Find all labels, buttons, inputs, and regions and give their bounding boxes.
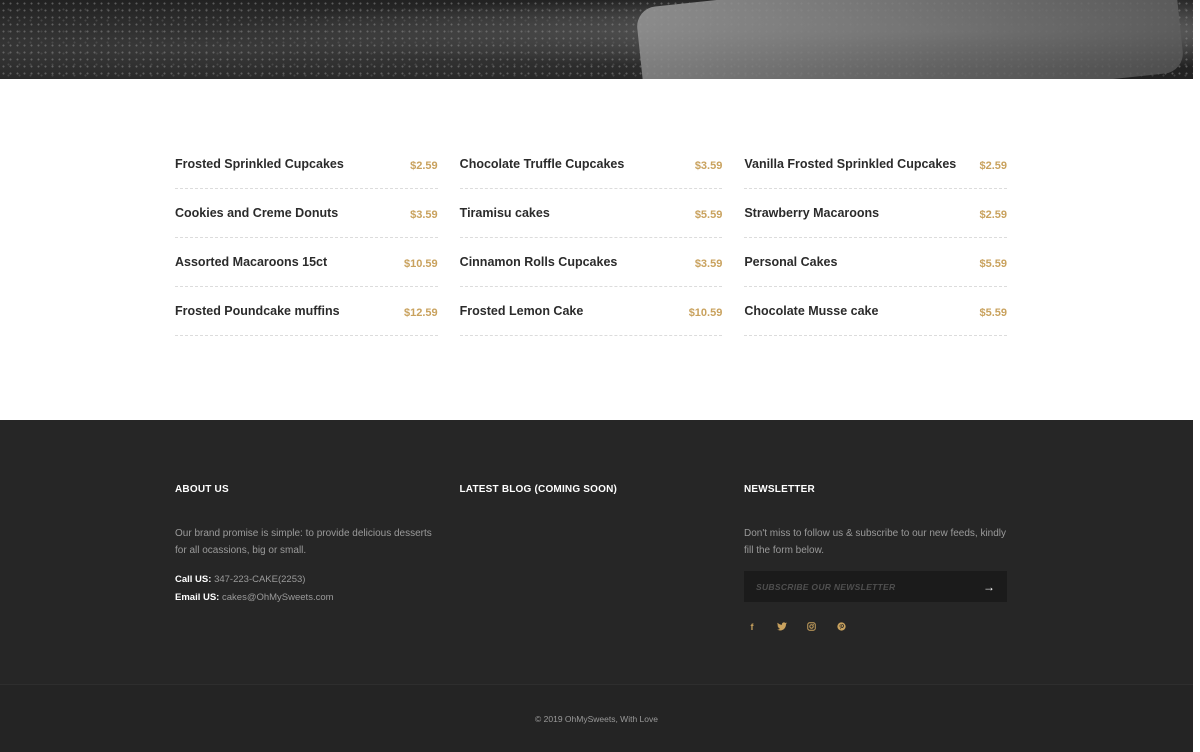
- menu-item-price: $10.59: [688, 307, 723, 319]
- menu-item-name: Strawberry Macaroons: [744, 206, 880, 220]
- menu-item: Assorted Macaroons 15ct $10.59: [175, 238, 438, 287]
- hero-banner: [0, 0, 1193, 79]
- menu-item: Frosted Lemon Cake $10.59: [459, 287, 723, 336]
- menu-item-name: Assorted Macaroons 15ct: [175, 255, 328, 269]
- footer-blog: LATEST BLOG (COMING SOON): [460, 484, 723, 632]
- menu-item-price: $5.59: [694, 209, 723, 221]
- about-text: Our brand promise is simple: to provide …: [175, 528, 432, 556]
- newsletter-text: Don't miss to follow us & subscribe to o…: [744, 528, 1007, 556]
- instagram-icon[interactable]: [807, 622, 817, 632]
- arrow-right-icon[interactable]: →: [983, 580, 995, 594]
- about-heading: ABOUT US: [175, 484, 229, 495]
- newsletter-email-input[interactable]: [756, 581, 956, 592]
- footer-about: ABOUT US Our brand promise is simple: to…: [175, 484, 438, 632]
- newsletter-heading: NEWSLETTER: [744, 484, 815, 495]
- email-label: Email US:: [175, 592, 220, 603]
- copyright-text: © 2019 OhMySweets, With Love: [535, 713, 658, 724]
- menu-item-price: $3.59: [410, 209, 438, 221]
- page-edge: [1193, 0, 1200, 752]
- menu-item-name: Vanilla Frosted Sprinkled Cupcakes: [744, 157, 957, 171]
- menu-item-price: $10.59: [404, 258, 438, 270]
- contact-info: Call US: 347-223-CAKE(2253) Email US: ca…: [175, 571, 438, 607]
- blog-heading: LATEST BLOG (COMING SOON): [459, 484, 618, 495]
- footer-newsletter: NEWSLETTER Don't miss to follow us & sub…: [744, 484, 1007, 632]
- menu-item-price: $5.59: [979, 258, 1008, 270]
- call-value[interactable]: 347-223-CAKE(2253): [214, 574, 305, 585]
- facebook-icon[interactable]: f: [747, 622, 757, 632]
- menu-item-name: Frosted Lemon Cake: [459, 304, 584, 318]
- menu-column-2: Chocolate Truffle Cupcakes $3.59 Tiramis…: [459, 140, 723, 336]
- twitter-icon[interactable]: [777, 622, 787, 632]
- footer-bottom-bar: © 2019 OhMySweets, With Love: [0, 684, 1193, 752]
- menu-item: Chocolate Truffle Cupcakes $3.59: [459, 140, 723, 189]
- menu-item: Chocolate Musse cake $5.59: [744, 287, 1008, 336]
- call-label: Call US:: [175, 574, 212, 585]
- hero-paper-wrap: [635, 0, 1185, 79]
- menu-item: Personal Cakes $5.59: [744, 238, 1008, 287]
- menu-item: Frosted Sprinkled Cupcakes $2.59: [175, 140, 438, 189]
- price-menu: Frosted Sprinkled Cupcakes $2.59 Cookies…: [175, 140, 1008, 336]
- menu-item-price: $3.59: [694, 160, 723, 172]
- footer-columns: ABOUT US Our brand promise is simple: to…: [175, 484, 1007, 632]
- menu-item-name: Cookies and Creme Donuts: [175, 206, 339, 220]
- menu-item-price: $12.59: [404, 307, 438, 319]
- menu-item: Frosted Poundcake muffins $12.59: [175, 287, 438, 336]
- menu-item: Cookies and Creme Donuts $3.59: [175, 189, 438, 238]
- menu-item-price: $5.59: [979, 307, 1008, 319]
- pinterest-icon[interactable]: [837, 622, 847, 632]
- menu-item-name: Frosted Poundcake muffins: [175, 304, 340, 318]
- menu-item: Strawberry Macaroons $2.59: [744, 189, 1008, 238]
- menu-item-price: $2.59: [410, 160, 438, 172]
- menu-item-price: $2.59: [979, 160, 1008, 172]
- menu-item: Cinnamon Rolls Cupcakes $3.59: [459, 238, 723, 287]
- menu-item-price: $2.59: [979, 209, 1008, 221]
- menu-item-name: Chocolate Musse cake: [744, 304, 879, 318]
- menu-item-name: Chocolate Truffle Cupcakes: [459, 157, 625, 171]
- menu-item-name: Cinnamon Rolls Cupcakes: [459, 255, 618, 269]
- email-link[interactable]: cakes@OhMySweets.com: [222, 592, 334, 603]
- menu-column-1: Frosted Sprinkled Cupcakes $2.59 Cookies…: [175, 140, 438, 336]
- site-footer: ABOUT US Our brand promise is simple: to…: [0, 420, 1193, 752]
- call-line: Call US: 347-223-CAKE(2253): [175, 571, 438, 589]
- menu-item: Vanilla Frosted Sprinkled Cupcakes $2.59: [744, 140, 1008, 189]
- email-line: Email US: cakes@OhMySweets.com: [175, 589, 438, 607]
- menu-item-name: Personal Cakes: [744, 255, 838, 269]
- menu-item-name: Tiramisu cakes: [459, 206, 550, 220]
- newsletter-form: →: [744, 571, 1007, 602]
- menu-item-price: $3.59: [694, 258, 723, 270]
- social-links: f: [744, 622, 1007, 632]
- menu-item: Tiramisu cakes $5.59: [459, 189, 723, 238]
- menu-column-3: Vanilla Frosted Sprinkled Cupcakes $2.59…: [744, 140, 1008, 336]
- menu-item-name: Frosted Sprinkled Cupcakes: [175, 157, 344, 171]
